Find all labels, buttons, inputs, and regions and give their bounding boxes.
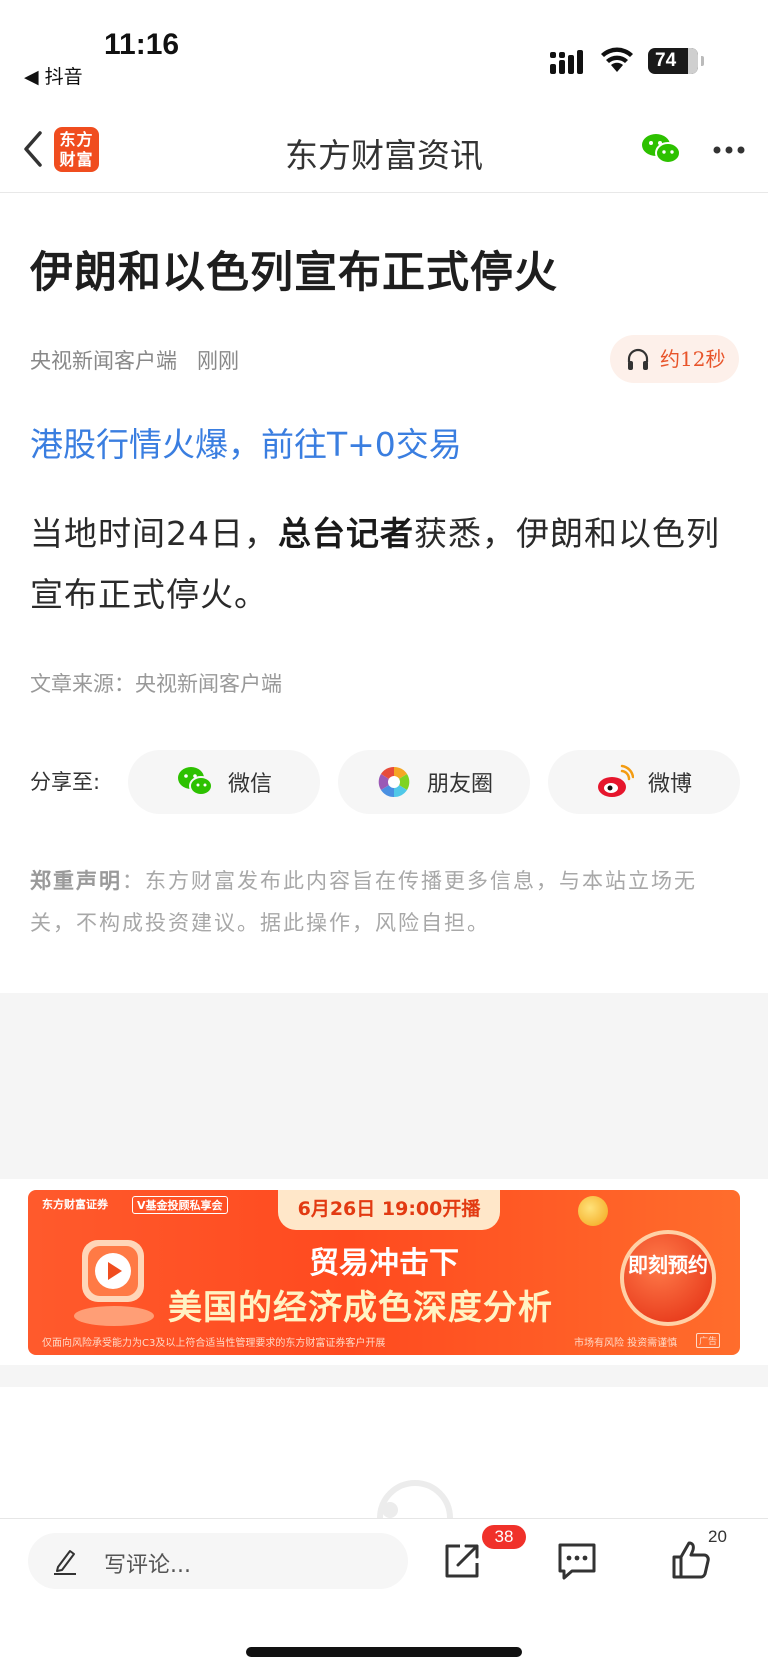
share-weibo-button[interactable]: 微博 [548, 750, 740, 814]
share-label: 分享至: [30, 770, 101, 794]
body-text-bold: 总台记者 [278, 514, 414, 553]
article-body: 当地时间24日，总台记者获悉，伊朗和以色列宣布正式停火。 [30, 503, 742, 625]
like-count: 20 [708, 1527, 727, 1546]
back-to-app-link[interactable]: ◀ 抖音 [24, 62, 83, 89]
disclaimer-heading: 郑重声明 [30, 869, 122, 893]
wechat-share-icon[interactable] [640, 131, 682, 167]
audio-duration: 约12秒 [660, 347, 726, 371]
banner-date-tag: 6月26日 19:00开播 [278, 1190, 500, 1230]
article-source: 文章来源：央视新闻客户端 [30, 672, 282, 696]
share-count-badge: 38 [482, 1525, 526, 1549]
body-text-part1: 当地时间24日， [30, 514, 278, 553]
publish-time: 刚刚 [197, 349, 239, 373]
more-options-icon[interactable] [712, 145, 746, 155]
banner-ad[interactable]: 东方财富证券 V基金投顾私享会 6月26日 19:00开播 贸易冲击下 美国的经… [28, 1190, 740, 1355]
battery-level: 74 [655, 50, 677, 71]
wifi-icon [601, 47, 633, 72]
moments-icon [378, 766, 410, 798]
nav-bar: 东方 财富 东方财富资讯 [0, 105, 768, 193]
share-weibo-label: 微博 [647, 772, 692, 797]
disclaimer-text: ：东方财富发布此内容旨在传播更多信息，与本站立场无关，不构成投资建议。据此操作，… [30, 869, 697, 935]
banner-risk-note: 市场有风险 投资需谨慎 [574, 1338, 678, 1349]
battery-indicator: 74 [648, 48, 704, 74]
pencil-icon [54, 1550, 76, 1575]
headphone-icon [627, 348, 649, 370]
share-moments-button[interactable]: 朋友圈 [338, 750, 530, 814]
comment-placeholder: 写评论... [104, 1553, 191, 1578]
share-moments-label: 朋友圈 [426, 772, 493, 797]
article-meta: 央视新闻客户端 刚刚 [30, 345, 239, 375]
home-indicator [246, 1647, 522, 1657]
section-divider [0, 1365, 768, 1387]
ad-placeholder [0, 993, 768, 1179]
banner-subheadline: 美国的经济成色深度分析 [168, 1288, 553, 1328]
banner-note: 仅面向风险承受能力为C3及以上符合适当性管理要求的东方财富证券客户开展 [42, 1338, 386, 1349]
article-title: 伊朗和以色列宣布正式停火 [30, 248, 558, 298]
ad-tag: 广告 [696, 1333, 721, 1348]
banner-cta-button[interactable]: 即刻预约 [620, 1230, 716, 1326]
weibo-icon [597, 764, 634, 797]
share-wechat-label: 微信 [227, 772, 272, 797]
status-bar: 11:16 ◀ 抖音 74 [0, 0, 768, 105]
source-name: 央视新闻客户端 [30, 349, 177, 373]
loading-spinner-icon [377, 1480, 453, 1519]
coin-icon [578, 1196, 608, 1226]
share-wechat-button[interactable]: 微信 [128, 750, 320, 814]
bottom-action-bar: 写评论... 38 20 [0, 1518, 768, 1670]
promo-link[interactable]: 港股行情火爆，前往T+0交易 [30, 418, 462, 466]
status-time: 11:16 [104, 28, 180, 61]
disclaimer: 郑重声明：东方财富发布此内容旨在传播更多信息，与本站立场无关，不构成投资建议。据… [30, 860, 742, 944]
comments-icon[interactable] [556, 1541, 598, 1581]
comment-input[interactable]: 写评论... [28, 1533, 408, 1589]
listen-audio-button[interactable]: 约12秒 [610, 335, 739, 383]
like-thumb-icon[interactable] [670, 1539, 712, 1581]
share-out-icon[interactable] [442, 1541, 482, 1581]
wechat-icon [177, 767, 213, 796]
banner-brand: 东方财富证券 [42, 1198, 108, 1211]
banner-brand-sub: V基金投顾私享会 [132, 1196, 228, 1214]
cellular-signal-icon [550, 50, 583, 74]
